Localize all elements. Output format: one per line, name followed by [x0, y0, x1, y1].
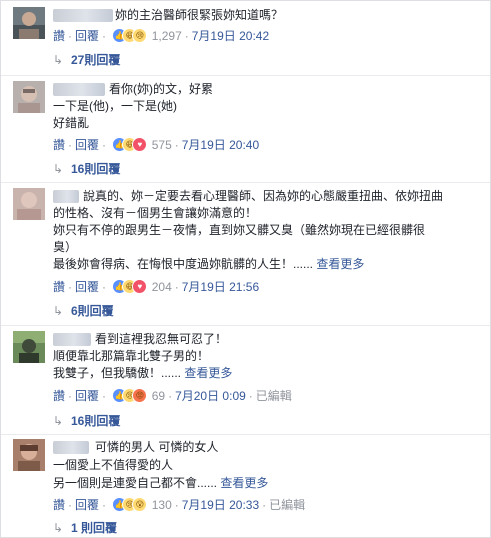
angry-reaction-icon: 😡	[132, 388, 148, 403]
timestamp[interactable]: 7月19日 21:56	[182, 280, 259, 294]
reaction-count: 69	[151, 389, 166, 403]
comment-text-line: 我雙子，但我驕傲！...... 查看更多	[53, 366, 233, 380]
comment-actions: 讚 · 回覆 · 👍 😆 😢 1,297 · 7月19日 20:42	[53, 27, 270, 43]
edited-label[interactable]: 已編輯	[256, 389, 292, 403]
commenter-name[interactable]	[53, 190, 79, 203]
love-reaction-icon: ♥	[132, 137, 148, 152]
avatar[interactable]	[13, 81, 45, 113]
comment-text-line: 妳的主治醫師很緊張妳知道嗎？	[115, 8, 284, 22]
comment-text-line: 順便靠北那篇靠北雙子男的！	[53, 349, 210, 363]
comment-text-line: 一個愛上不值得愛的人	[53, 458, 174, 472]
comment-text-line: 妳只有不停的跟男生－夜情，直到妳又髒又臭（雖然妳現在已經很髒很	[53, 223, 426, 237]
view-replies-link[interactable]: ↳ 1 則回覆	[53, 519, 117, 537]
reaction-summary[interactable]: 👍 😆 ♥	[112, 136, 148, 152]
commenter-name[interactable]	[53, 83, 105, 96]
comment-actions: 讚 · 回覆 · 👍 😢 😮 130 · 7月19日 20:33 · 已編輯	[53, 496, 306, 512]
timestamp[interactable]: 7月20日 0:09	[175, 389, 246, 403]
reply-button[interactable]: 回覆	[75, 29, 99, 43]
comment-text-line: 看到這裡我忍無可忍了！	[95, 332, 228, 346]
avatar[interactable]	[13, 7, 45, 39]
like-button[interactable]: 讚	[53, 389, 65, 403]
divider	[1, 182, 490, 183]
reply-arrow-icon: ↳	[53, 162, 64, 176]
reply-arrow-icon: ↳	[53, 304, 64, 318]
reply-button[interactable]: 回覆	[75, 498, 99, 512]
view-replies-link[interactable]: ↳ 16則回覆	[53, 412, 120, 430]
reply-button[interactable]: 回覆	[75, 138, 99, 152]
comment-text-line: 可憐的男人 可憐的女人	[95, 440, 219, 454]
divider	[1, 434, 490, 435]
view-replies-link[interactable]: ↳ 27則回覆	[53, 51, 120, 69]
comment-actions: 讚 · 回覆 · 👍 😢 😡 69 · 7月20日 0:09 · 已編輯	[53, 387, 292, 403]
comment-thread: 妳的主治醫師很緊張妳知道嗎？ 讚 · 回覆 · 👍 😆 😢 1,297 · 7月19日 2…	[0, 0, 491, 538]
wow-reaction-icon: 😮	[132, 497, 148, 512]
divider	[1, 75, 490, 76]
comment-text-line: 的性格、沒有－個男生會讓妳滿意的！	[53, 206, 258, 220]
reply-button[interactable]: 回覆	[75, 280, 99, 294]
comment-text-line: 臭）	[53, 240, 78, 254]
divider	[1, 325, 490, 326]
comment-actions: 讚 · 回覆 · 👍 😆 ♥ 204 · 7月19日 21:56	[53, 278, 260, 294]
reply-arrow-icon: ↳	[53, 414, 64, 428]
see-more-link[interactable]: 查看更多	[220, 476, 268, 490]
comment-text-line: 說真的、妳－定要去看心理醫師、因為妳的心態嚴重扭曲、依妳扭曲	[83, 189, 444, 203]
comment-text-line: 一下是(他)，一下是(她)	[53, 99, 177, 113]
edited-label[interactable]: 已編輯	[269, 498, 305, 512]
reaction-count: 575	[151, 138, 172, 152]
comment-text-line: 最後妳會得病、在悔恨中度過妳骯髒的人生！...... 查看更多	[53, 257, 365, 271]
timestamp[interactable]: 7月19日 20:42	[192, 29, 269, 43]
avatar[interactable]	[13, 439, 45, 471]
reaction-count: 1,297	[151, 29, 182, 43]
comment-text-line: 好錯亂	[53, 116, 90, 130]
reply-arrow-icon: ↳	[53, 53, 64, 67]
like-button[interactable]: 讚	[53, 498, 65, 512]
like-button[interactable]: 讚	[53, 29, 65, 43]
avatar[interactable]	[13, 331, 45, 363]
reaction-summary[interactable]: 👍 😆 ♥	[112, 278, 148, 294]
reaction-summary[interactable]: 👍 😢 😮	[112, 496, 148, 512]
comment-actions: 讚 · 回覆 · 👍 😆 ♥ 575 · 7月19日 20:40	[53, 136, 260, 152]
reaction-count: 130	[151, 498, 172, 512]
commenter-name[interactable]	[53, 9, 113, 22]
sad-reaction-icon: 😢	[132, 28, 148, 43]
reply-arrow-icon: ↳	[53, 521, 64, 535]
comment-text-line: 看你(妳)的文，好累	[109, 82, 213, 96]
view-replies-link[interactable]: ↳ 6則回覆	[53, 302, 114, 320]
reaction-summary[interactable]: 👍 😆 😢	[112, 27, 148, 43]
reaction-summary[interactable]: 👍 😢 😡	[112, 387, 148, 403]
like-button[interactable]: 讚	[53, 138, 65, 152]
view-replies-link[interactable]: ↳ 16則回覆	[53, 160, 120, 178]
commenter-name[interactable]	[53, 333, 91, 346]
reply-button[interactable]: 回覆	[75, 389, 99, 403]
see-more-link[interactable]: 查看更多	[184, 366, 232, 380]
reaction-count: 204	[151, 280, 172, 294]
like-button[interactable]: 讚	[53, 280, 65, 294]
comment-text-line: 另一個則是連愛自己都不會...... 查看更多	[53, 476, 269, 490]
timestamp[interactable]: 7月19日 20:33	[182, 498, 259, 512]
timestamp[interactable]: 7月19日 20:40	[182, 138, 259, 152]
avatar[interactable]	[13, 188, 45, 220]
see-more-link[interactable]: 查看更多	[316, 257, 364, 271]
love-reaction-icon: ♥	[132, 279, 148, 294]
commenter-name[interactable]	[53, 441, 89, 454]
